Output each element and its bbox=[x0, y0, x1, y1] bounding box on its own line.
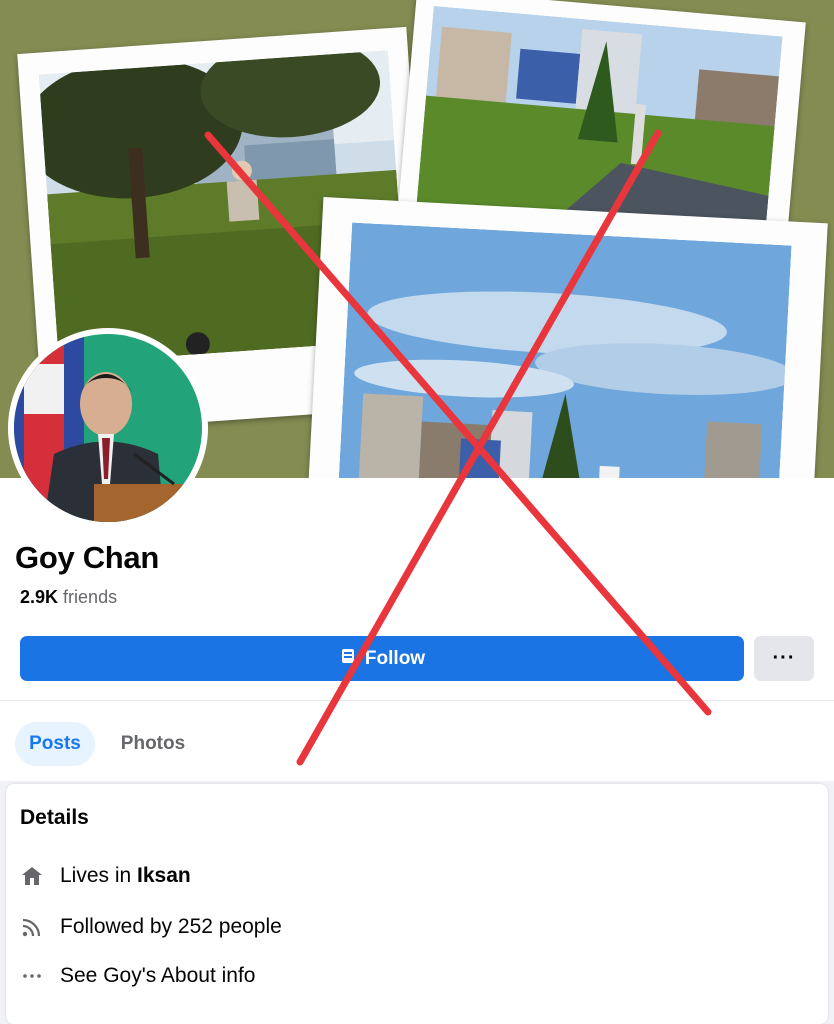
tab-photos[interactable]: Photos bbox=[108, 722, 198, 766]
friends-label: friends bbox=[63, 587, 118, 607]
detail-about[interactable]: See Goy's About info bbox=[20, 964, 255, 988]
follow-button[interactable]: Follow bbox=[20, 636, 744, 681]
detail-followed-by: Followed by 252 people bbox=[20, 915, 282, 939]
dots-icon bbox=[20, 964, 44, 988]
profile-name: Goy Chan bbox=[15, 540, 160, 575]
home-icon bbox=[20, 864, 44, 888]
detail-lives-in: Lives in Iksan bbox=[20, 864, 191, 888]
follow-icon bbox=[339, 647, 357, 671]
details-title: Details bbox=[20, 806, 89, 829]
friends-number: 2.9K bbox=[20, 587, 59, 607]
more-options-button[interactable]: ··· bbox=[754, 636, 814, 681]
lives-city[interactable]: Iksan bbox=[137, 864, 191, 888]
followed-by-text: Followed by 252 people bbox=[60, 915, 282, 938]
more-dots-icon: ··· bbox=[772, 647, 796, 669]
profile-avatar[interactable] bbox=[8, 328, 208, 528]
tab-posts[interactable]: Posts bbox=[15, 722, 95, 766]
follow-label: Follow bbox=[364, 647, 426, 669]
friends-count[interactable]: 2.9K friends bbox=[20, 587, 117, 608]
about-link[interactable]: See Goy's About info bbox=[60, 964, 255, 988]
cover-polaroid-sky bbox=[307, 196, 828, 478]
lives-prefix: Lives in bbox=[60, 864, 138, 887]
rss-followers-icon bbox=[20, 915, 44, 939]
details-card bbox=[6, 784, 828, 1024]
